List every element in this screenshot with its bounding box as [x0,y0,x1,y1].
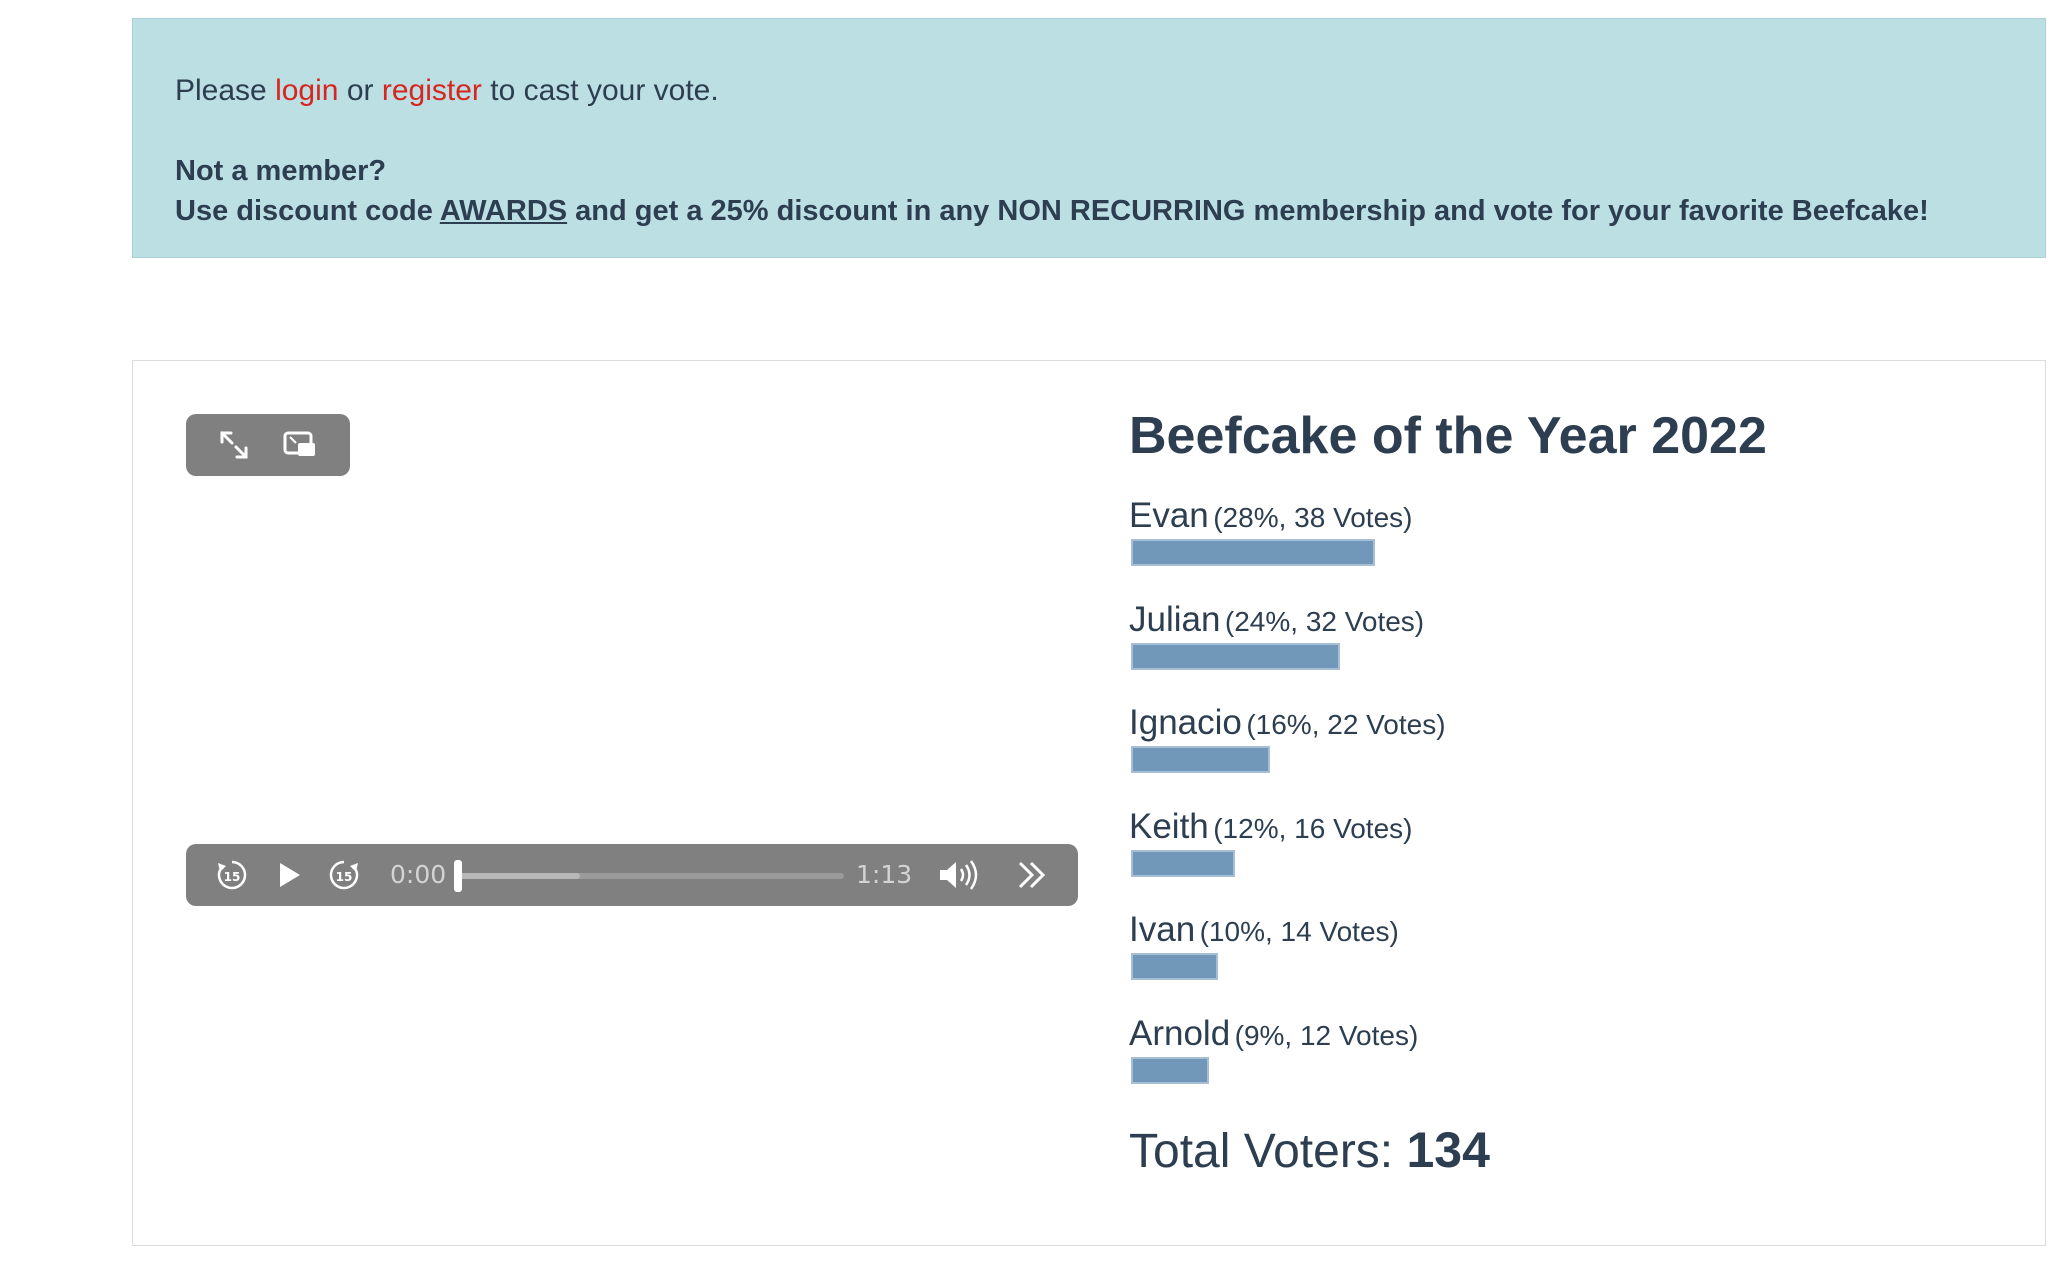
poll-item-bar [1131,539,1375,566]
svg-text:15: 15 [336,870,353,884]
total-voters: Total Voters: 134 [1129,1121,1490,1179]
video-control-bar: 15 15 0:00 1:13 [186,844,1078,906]
poll-item: Ivan (10%, 14 Votes) [1129,910,1929,980]
register-link[interactable]: register [382,74,482,107]
poll-item-name: Arnold [1129,1013,1231,1053]
poll-item-stats: (10%, 14 Votes) [1199,916,1399,947]
poll-item-name: Ignacio [1129,703,1242,742]
login-link[interactable]: login [275,74,338,107]
poll-item-stats: (12%, 16 Votes) [1213,812,1413,844]
poll-title: Beefcake of the Year 2022 [1129,407,1767,465]
poll-item-bar [1131,953,1218,980]
poll-item-bar [1131,642,1340,670]
poll-item-stats: (16%, 22 Votes) [1246,709,1446,740]
poll-item-bar [1131,849,1235,877]
poll-item: Julian (24%, 32 Votes) [1129,599,1929,670]
not-member-heading: Not a member? [175,155,387,187]
poll-item-stats: (9%, 12 Votes) [1234,1019,1419,1051]
total-voters-label: Total Voters: [1129,1125,1394,1178]
poll-item-name: Keith [1129,806,1209,846]
poll-item-name: Ivan [1129,910,1196,949]
play-icon[interactable] [270,857,306,893]
discount-prefix: Use discount code [175,195,433,227]
poll-item-stats: (28%, 38 Votes) [1213,502,1413,533]
login-prompt: Please login or register to cast your vo… [175,74,719,108]
forward-15-icon[interactable]: 15 [326,857,362,893]
picture-in-picture-icon[interactable] [280,425,320,465]
svg-text:15: 15 [224,870,241,884]
duration: 1:13 [856,860,913,889]
seek-buffered [456,873,581,879]
poll-panel: 15 15 0:00 1:13 Beefcake of the Year 202… [132,360,2046,1246]
poll-item-bar [1131,1056,1209,1084]
poll-item-bar [1131,746,1270,773]
login-prompt-prefix: Please [175,74,267,107]
poll-item: Arnold (9%, 12 Votes) [1129,1013,1929,1084]
poll-item-name: Julian [1129,599,1221,639]
seek-handle[interactable] [454,860,462,892]
volume-icon[interactable] [936,857,984,893]
poll-item-stats: (24%, 32 Votes) [1224,605,1425,637]
discount-message: Use discount code AWARDS and get a 25% d… [175,195,1929,228]
poll-item: Ignacio (16%, 22 Votes) [1129,703,1929,773]
total-voters-value: 134 [1406,1122,1490,1178]
poll-item: Keith (12%, 16 Votes) [1129,806,1929,877]
discount-suffix: and get a 25% discount in any NON RECURR… [575,195,1929,227]
login-prompt-or: or [346,74,374,107]
discount-code: AWARDS [439,195,568,227]
poll-item-name: Evan [1129,496,1209,535]
rewind-15-icon[interactable]: 15 [214,857,250,893]
poll-item: Evan (28%, 38 Votes) [1129,496,1929,566]
login-notice: Please login or register to cast your vo… [132,18,2046,258]
more-controls-icon[interactable] [1014,857,1050,893]
current-time: 0:00 [390,860,447,889]
video-top-controls [186,414,350,476]
seek-bar[interactable] [456,873,844,879]
login-prompt-suffix: to cast your vote. [490,74,719,107]
fullscreen-icon[interactable] [214,425,254,465]
